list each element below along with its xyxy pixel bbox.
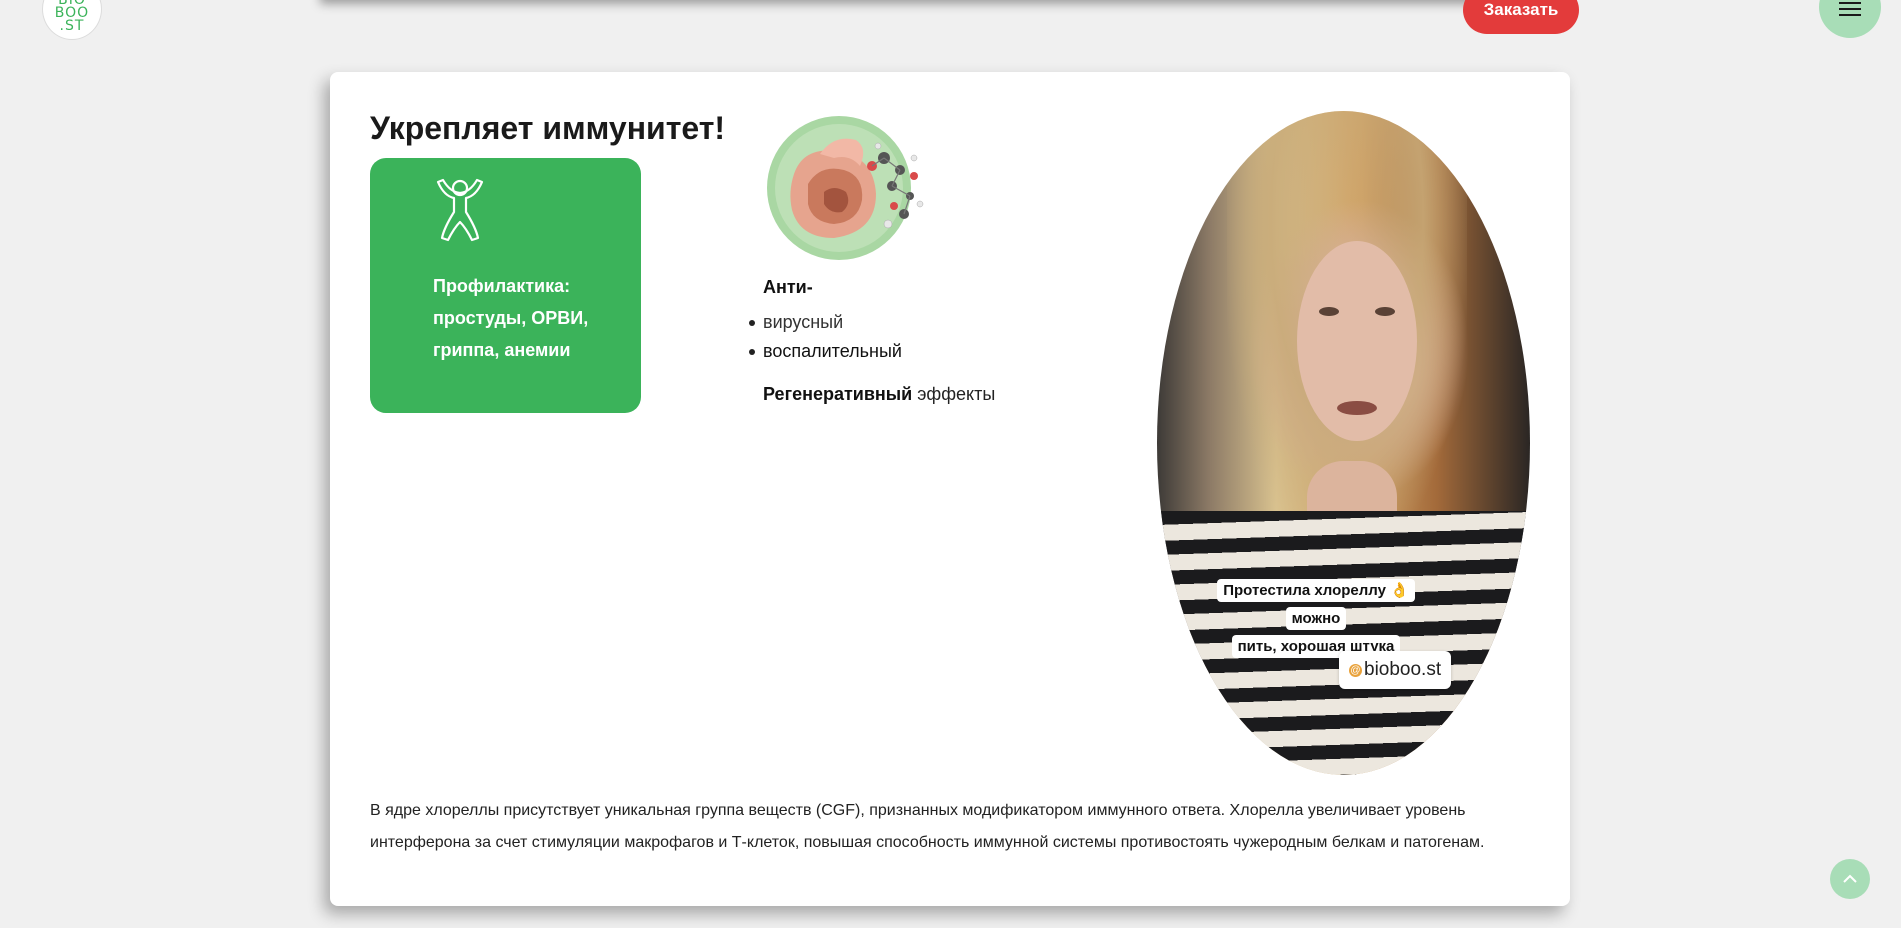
at-icon: @: [1349, 663, 1362, 677]
anti-list: вирусный воспалительный: [749, 308, 902, 366]
hamburger-icon: [1839, 2, 1861, 16]
list-item: воспалительный: [749, 337, 902, 366]
prevention-box: Профилактика: простуды, ОРВИ, гриппа, ан…: [370, 158, 641, 413]
caption-line: Протестила хлореллу 👌 можно: [1217, 579, 1415, 630]
person-icon: [436, 178, 484, 242]
list-item: вирусный: [749, 308, 902, 337]
section-title: Укрепляет иммунитет!: [370, 110, 726, 146]
site-logo[interactable]: BIO BOO .ST: [42, 0, 102, 40]
logo-text: BIO BOO .ST: [54, 0, 90, 34]
handle-text: bioboo.st: [1364, 659, 1442, 680]
video-caption: Протестила хлореллу 👌 можно пить, хороша…: [1196, 577, 1436, 661]
regen-bold: Регенеративный: [763, 384, 913, 404]
regen-rest: эффекты: [912, 384, 996, 404]
section-description: В ядре хлореллы присутствует уникальная …: [370, 802, 1485, 851]
menu-button[interactable]: [1819, 0, 1881, 38]
anti-title: Анти-: [763, 277, 813, 297]
video-frame-mouth: [1337, 401, 1377, 415]
organ-illustration: [767, 116, 924, 260]
prevention-text: Профилактика: простуды, ОРВИ, гриппа, ан…: [433, 276, 589, 360]
order-button[interactable]: Заказать: [1463, 0, 1579, 34]
video-handle: @ bioboo.st: [1339, 651, 1452, 689]
review-video[interactable]: Протестила хлореллу 👌 можно пить, хороша…: [1157, 111, 1530, 775]
video-frame-eye: [1375, 307, 1395, 316]
video-frame-eye: [1319, 307, 1339, 316]
immunity-card: Укрепляет иммунитет! Профилактика: прост…: [330, 72, 1570, 906]
scroll-top-button[interactable]: [1830, 859, 1870, 899]
regen-text: Регенеративный эффекты: [763, 384, 995, 405]
chevron-up-icon: [1843, 874, 1857, 883]
